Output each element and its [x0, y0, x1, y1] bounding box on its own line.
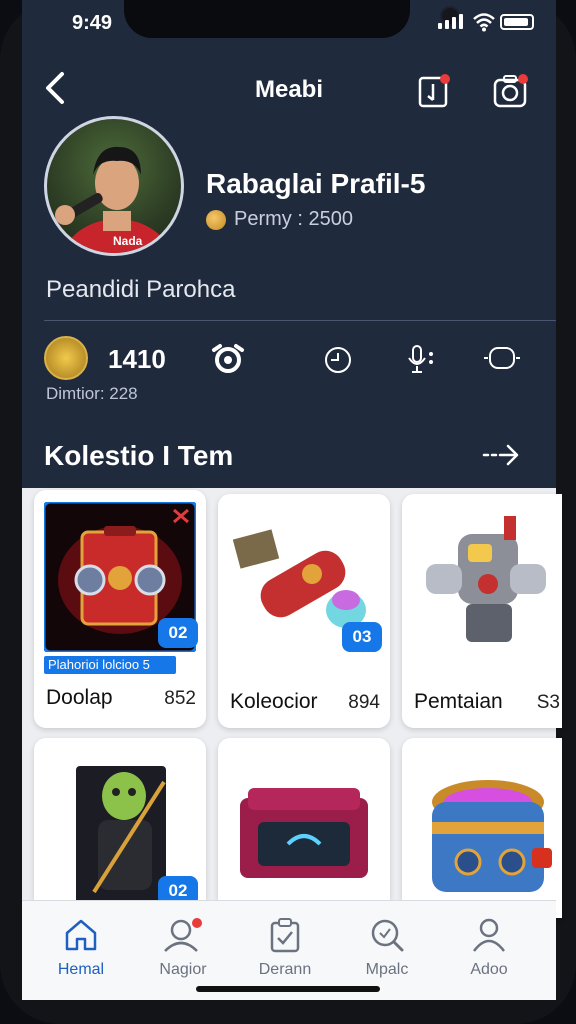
stat-subtext: Dimtior: 228	[46, 384, 138, 403]
collection-card[interactable]: 03 Koleocior 894	[218, 494, 390, 728]
avatar[interactable]: Nada	[44, 116, 184, 256]
tab-nagior[interactable]: Nagior	[138, 913, 228, 983]
status-bar: 9:49	[22, 0, 556, 42]
home-icon	[65, 919, 97, 951]
stats-row: 1410 Dimtior: 228	[44, 336, 544, 416]
item-banner: Plahorioi lolcioo 5	[44, 656, 176, 674]
quantity-badge: 02	[158, 618, 198, 648]
tab-label: Nagior	[159, 961, 207, 978]
item-price: 852	[164, 688, 196, 709]
signal-icon	[438, 14, 463, 29]
person-icon	[473, 918, 505, 952]
tab-home[interactable]: Hemal	[36, 913, 126, 983]
collection-card[interactable]	[402, 738, 562, 918]
coin-balance: Permy : 2500	[206, 208, 353, 231]
profile-name: Rabaglai Prafil-5	[206, 168, 426, 199]
item-image	[240, 788, 368, 878]
microphone-icon[interactable]	[398, 342, 438, 376]
tab-label: Adoo	[470, 961, 508, 978]
player-photo: Nada	[55, 146, 172, 253]
chat-icon[interactable]	[482, 342, 522, 376]
home-indicator	[196, 986, 380, 992]
tab-label: Mpalc	[365, 961, 409, 978]
tab-label: Hemal	[57, 961, 105, 978]
collection-card[interactable]: 02 Plahorioi lolcioo 5 Doolap 852	[34, 490, 206, 728]
clipboard-check-icon	[270, 918, 300, 953]
item-price: 894	[348, 692, 380, 713]
alarm-icon[interactable]	[208, 342, 248, 376]
page-title: Meabi	[254, 76, 323, 103]
tab-adoo[interactable]: Adoo	[444, 913, 534, 983]
collection-card[interactable]: Pemtaian S3	[402, 494, 562, 728]
stat-count: 1410	[108, 344, 166, 374]
quantity-badge: 03	[342, 622, 382, 652]
section-title: Kolestio I Tem	[44, 440, 234, 471]
collection-card[interactable]: 02	[34, 738, 206, 918]
badge-icon[interactable]	[44, 336, 88, 380]
item-image	[426, 516, 546, 642]
profile-subtitle: Peandidi Parohca	[46, 276, 236, 303]
user-icon	[164, 918, 202, 952]
notification-dot	[518, 74, 528, 84]
battery-icon	[500, 14, 534, 30]
item-price: S3	[536, 692, 560, 713]
status-time: 9:49	[72, 12, 113, 34]
divider	[44, 320, 556, 321]
bottom-tab-bar: Hemal Nagior Derann Mpalc Adoo	[22, 900, 556, 1000]
clock-icon[interactable]	[318, 342, 358, 376]
search-icon	[371, 919, 404, 952]
notification-dot	[440, 74, 450, 84]
camera-button[interactable]	[492, 70, 528, 110]
coin-text: Permy : 2500	[234, 208, 353, 230]
coin-icon	[206, 209, 226, 230]
app-header: Meabi	[22, 62, 556, 118]
tab-label: Derann	[258, 961, 312, 978]
arrow-right-icon[interactable]	[482, 440, 522, 470]
bookmark-button[interactable]	[416, 70, 452, 110]
tab-derann[interactable]: Derann	[240, 913, 330, 983]
collection-card[interactable]	[218, 738, 390, 918]
item-image	[432, 780, 552, 892]
svg-text:Nada: Nada	[113, 234, 143, 248]
wifi-icon	[473, 13, 495, 32]
item-name: Pemtaian	[414, 690, 503, 713]
tab-mpalc[interactable]: Mpalc	[342, 913, 432, 983]
item-name: Koleocior	[230, 690, 318, 713]
item-name: Doolap	[46, 686, 113, 709]
collection-grid: 02 Plahorioi lolcioo 5 Doolap 852 03 Kol…	[22, 488, 562, 918]
